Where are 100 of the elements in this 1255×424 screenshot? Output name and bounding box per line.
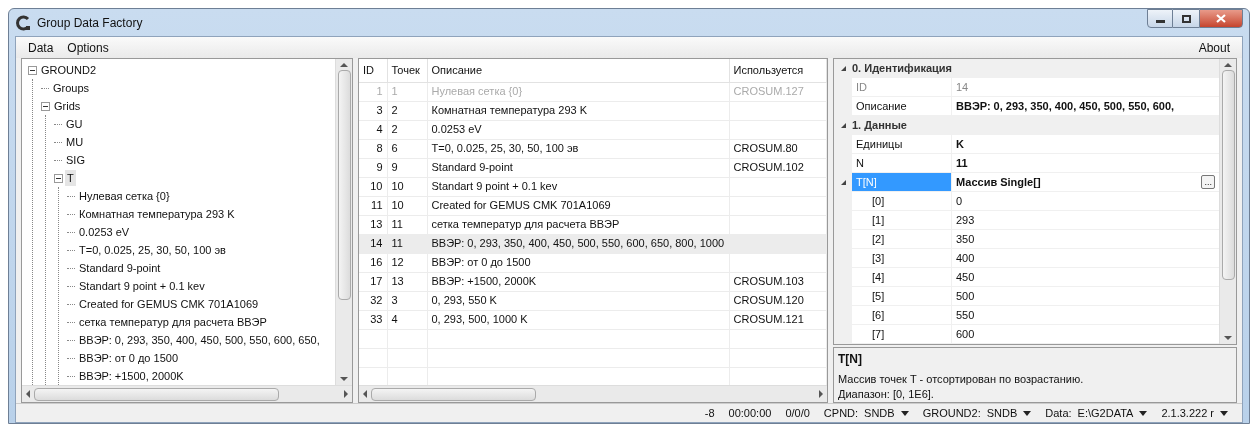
status-dropdown[interactable]: CPND: SNDB (823, 404, 909, 422)
scroll-left-icon[interactable] (363, 390, 367, 398)
table-row[interactable]: 13 11 сетка температур для расчета ВВЭР (359, 215, 827, 234)
tree-item[interactable]: ВВЭР: 0, 293, 350, 400, 450, 500, 550, 600, 650, (77, 331, 322, 349)
table-row[interactable]: 9 9 Standard 9-point CROSUM.102 (359, 158, 827, 177)
table-row[interactable]: 3 2 Комнатная температура 293 K (359, 101, 827, 120)
collapse-icon[interactable] (839, 65, 847, 72)
property-value[interactable]: 400 (952, 249, 1219, 268)
property-name[interactable]: ID (852, 78, 952, 97)
property-value[interactable]: 0 (952, 192, 1219, 211)
property-value[interactable]: Массив Single[] (956, 173, 1202, 191)
table-cell: 4 (391, 313, 398, 326)
tree-item[interactable]: Комнатная температура 293 K (77, 205, 237, 223)
property-value[interactable]: 350 (952, 230, 1219, 249)
property-value[interactable]: ВВЭР: 0, 293, 350, 400, 450, 500, 550, 600, (956, 97, 1215, 115)
table-cell: ВВЭР: +1500, 2000K (431, 275, 537, 288)
column-header[interactable]: ID (359, 59, 387, 82)
description-title: T[N] (838, 351, 863, 368)
scroll-down-icon[interactable] (1224, 336, 1232, 340)
horizontal-scrollbar[interactable] (22, 385, 352, 402)
tree-item[interactable]: SIG (64, 151, 87, 169)
property-name[interactable]: [3] (852, 249, 952, 268)
table-row[interactable]: 16 12 ВВЭР: от 0 до 1500 (359, 253, 827, 272)
tree-item[interactable]: ВВЭР: +1500, 2000K (77, 367, 186, 385)
table-cell: 33 (370, 313, 383, 326)
tree-item[interactable]: Нулевая сетка {0} (77, 187, 172, 205)
table-cell: Created for GEMUS CMK 701A1069 (431, 199, 611, 212)
caret-icon[interactable] (1220, 410, 1228, 416)
property-value[interactable]: 450 (952, 268, 1219, 287)
table-cell: 16 (370, 256, 383, 269)
table-row[interactable]: 33 4 0, 293, 500, 1000 K CROSUM.121 (359, 310, 827, 329)
column-header[interactable]: Точек (387, 59, 427, 82)
close-button[interactable] (1199, 9, 1243, 28)
collapse-icon[interactable] (839, 122, 847, 129)
property-value[interactable]: 293 (952, 211, 1219, 230)
tree-item[interactable]: Groups (51, 79, 92, 97)
vertical-scrollbar[interactable] (335, 59, 352, 385)
property-name[interactable]: [4] (852, 268, 952, 287)
table-row[interactable]: 4 2 0.0253 eV (359, 120, 827, 139)
caret-icon[interactable] (1023, 410, 1032, 416)
scroll-right-icon[interactable] (819, 390, 823, 398)
caret-icon[interactable] (1139, 410, 1148, 416)
table-cell: 1 (376, 85, 383, 98)
status-dropdown[interactable]: GROUND2: SNDB (922, 404, 1032, 422)
scroll-left-icon[interactable] (26, 390, 30, 398)
table-row[interactable]: 10 10 Standart 9 point + 0.1 kev (359, 177, 827, 196)
table-cell: CROSUM.121 (733, 313, 804, 326)
tree-item[interactable]: Grids (52, 97, 83, 115)
tree-item[interactable]: T=0, 0.025, 25, 30, 50, 100 эв (77, 241, 228, 259)
status-value: SNDB (986, 405, 1018, 421)
property-name[interactable]: [1] (852, 211, 952, 230)
property-value[interactable]: K (956, 135, 1215, 153)
property-value[interactable]: 11 (956, 154, 1215, 172)
vertical-scrollbar[interactable] (1219, 59, 1236, 344)
status-text: 0/0/0 (785, 405, 810, 421)
property-name[interactable]: [6] (852, 306, 952, 325)
property-name[interactable]: Единицы (852, 135, 952, 154)
menu-item[interactable]: Options (67, 38, 109, 57)
scroll-right-icon[interactable] (344, 390, 348, 398)
minimize-button[interactable] (1147, 9, 1173, 28)
horizontal-scrollbar[interactable] (359, 385, 827, 402)
collapse-icon[interactable] (839, 179, 847, 186)
column-header[interactable]: Описание (427, 59, 729, 82)
table-row[interactable]: 8 6 T=0, 0.025, 25, 30, 50, 100 эв CROSUM.80 (359, 139, 827, 158)
table-row[interactable]: 32 3 0, 293, 550 K CROSUM.120 (359, 291, 827, 310)
collapse-icon[interactable] (41, 101, 50, 111)
table-row[interactable]: 17 13 ВВЭР: +1500, 2000K CROSUM.103 (359, 272, 827, 291)
tree-item[interactable]: T (65, 169, 76, 187)
property-name[interactable]: [0] (852, 192, 952, 211)
property-value[interactable]: 14 (956, 78, 1215, 96)
menu-item[interactable]: About (1198, 38, 1230, 57)
tree-item[interactable]: Created for GEMUS CMK 701A1069 (77, 295, 261, 313)
property-value[interactable]: 600 (952, 325, 1219, 344)
property-value[interactable]: 500 (952, 287, 1219, 306)
tree-item[interactable]: MU (64, 133, 86, 151)
tree-item[interactable]: ВВЭР: от 0 до 1500 (77, 349, 180, 367)
status-dropdown[interactable]: Data: E:\G2DATA (1045, 404, 1148, 422)
tree-item[interactable]: GROUND2 (39, 61, 98, 79)
maximize-button[interactable] (1173, 9, 1199, 28)
tree-item[interactable]: Standard 9-point (77, 259, 163, 277)
description-text: Массив точек T - отсортирован по возрастанию. (838, 372, 1085, 387)
collapse-icon[interactable] (28, 65, 37, 75)
table-cell: 14 (370, 237, 383, 250)
caret-icon[interactable] (900, 410, 909, 416)
table-cell: CROSUM.127 (733, 85, 804, 98)
column-header[interactable]: Используется (729, 59, 827, 82)
status-dropdown[interactable]: 2.1.3.222 r (1161, 404, 1228, 422)
tree-item[interactable]: сетка температур для расчета ВВЭР (77, 313, 269, 331)
tree-item[interactable]: Standart 9 point + 0.1 kev (77, 277, 207, 295)
property-name[interactable]: [7] (852, 325, 952, 344)
tree-item[interactable]: 0.0253 eV (77, 223, 132, 241)
scroll-down-icon[interactable] (340, 377, 348, 381)
collapse-icon[interactable] (54, 173, 63, 183)
property-name[interactable]: [2] (852, 230, 952, 249)
menu-item[interactable]: Data (28, 38, 54, 57)
table-row[interactable]: 11 10 Created for GEMUS CMK 701A1069 (359, 196, 827, 215)
property-value[interactable]: 550 (952, 306, 1219, 325)
property-name[interactable]: [5] (852, 287, 952, 306)
ellipsis-button[interactable]: ... (1201, 175, 1215, 189)
tree-item[interactable]: GU (64, 115, 85, 133)
